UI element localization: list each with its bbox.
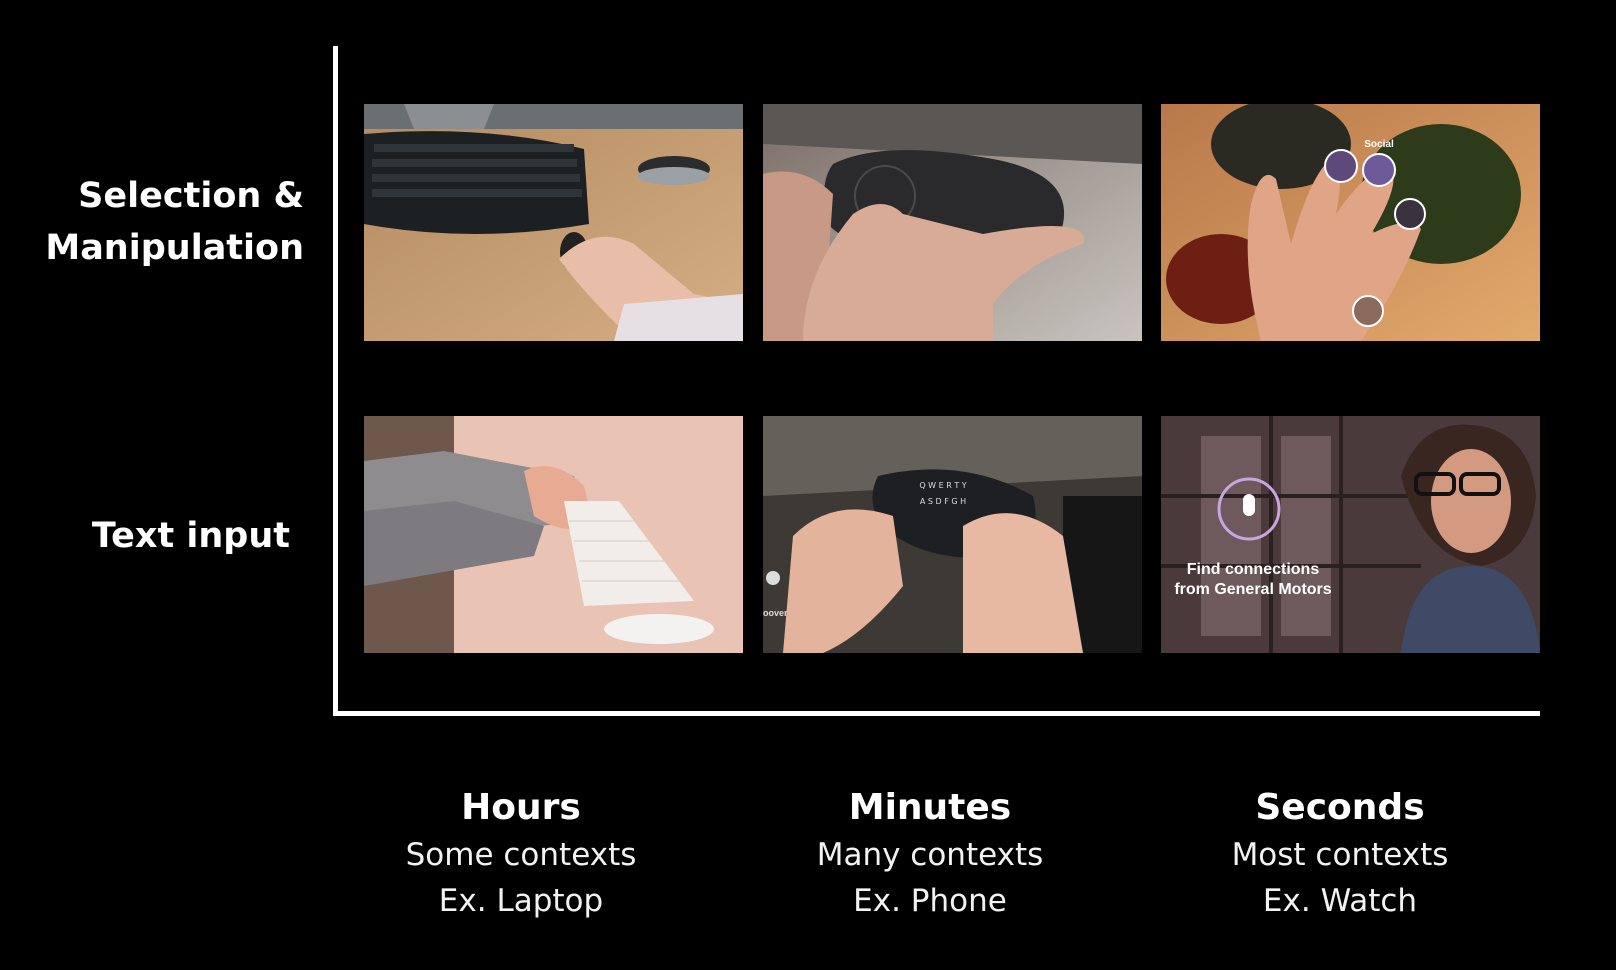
column-label-minutes: Minutes Many contexts Ex. Phone	[720, 784, 1140, 924]
side-overlay-text: oover	[763, 608, 788, 618]
row-label-line2: Manipulation	[45, 228, 304, 268]
column-label-seconds: Seconds Most contexts Ex. Watch	[1130, 784, 1550, 924]
column-example: Ex. Phone	[853, 883, 1007, 919]
column-title: Minutes	[848, 787, 1012, 828]
social-overlay-label: Social	[1364, 139, 1394, 150]
keyboard-row-1: Q W E R T Y	[919, 481, 966, 490]
x-axis-line	[333, 711, 1540, 716]
row-label-selection-manipulation: Selection & Manipulation	[45, 170, 304, 274]
image-laptop-selection	[364, 104, 743, 341]
row-label-text-input: Text input	[92, 510, 290, 562]
find-connections-line1: Find connections	[1187, 561, 1320, 578]
find-connections-line2: from General Motors	[1174, 581, 1331, 598]
column-context: Most contexts	[1231, 837, 1449, 873]
column-context: Some contexts	[405, 837, 637, 873]
image-watch-selection: Social	[1161, 104, 1540, 341]
image-watch-text: Find connections from General Motors	[1161, 416, 1540, 653]
image-phone-selection	[763, 104, 1142, 341]
column-example: Ex. Laptop	[438, 883, 604, 919]
column-title: Hours	[461, 787, 581, 828]
column-example: Ex. Watch	[1262, 883, 1418, 919]
row-label-line1: Text input	[91, 516, 290, 556]
column-label-hours: Hours Some contexts Ex. Laptop	[311, 784, 731, 924]
image-laptop-text	[364, 416, 743, 653]
column-title: Seconds	[1255, 787, 1425, 828]
y-axis-line	[333, 46, 338, 715]
row-label-line1: Selection &	[78, 176, 304, 216]
image-phone-text: Q W E R T Y A S D F G H oover	[763, 416, 1142, 653]
column-context: Many contexts	[816, 837, 1044, 873]
keyboard-row-2: A S D F G H	[920, 497, 966, 506]
